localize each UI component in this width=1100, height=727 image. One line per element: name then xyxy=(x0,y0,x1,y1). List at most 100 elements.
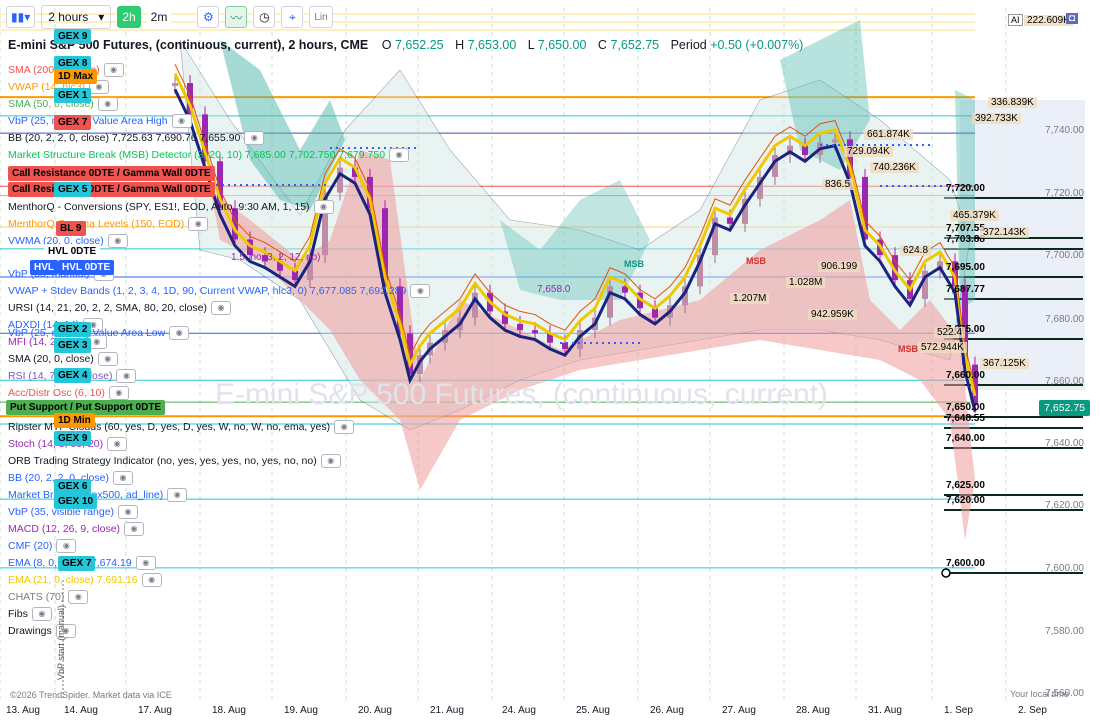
volume-node-label: 729.094K xyxy=(844,146,893,157)
msb-label: MSB xyxy=(746,256,766,266)
eye-icon[interactable]: ◉ xyxy=(313,199,334,214)
crosshair-button[interactable]: ⌖ xyxy=(281,6,304,28)
eye-icon[interactable]: ◉ xyxy=(410,283,431,298)
candle-body xyxy=(517,323,523,331)
indicator-row[interactable]: Fibs ◉ xyxy=(8,606,52,621)
eye-icon[interactable]: ◉ xyxy=(124,521,145,536)
gear-icon: ⚙ xyxy=(202,10,214,24)
indicator-row[interactable]: CMF (20) ◉ xyxy=(8,538,77,553)
indicator-row[interactable]: SMA (20, 0, close) ◉ xyxy=(8,351,118,366)
eye-icon[interactable]: ◉ xyxy=(171,113,192,128)
indicator-row[interactable]: Market Breadth (spx500, ad_line)◉ xyxy=(8,487,188,502)
interval-2h-button[interactable]: 2h xyxy=(117,6,141,28)
candle-body xyxy=(172,83,178,87)
date-label: 18. Aug xyxy=(212,705,246,716)
indicator-label: BB (20, 2, 2, 0, close) 7,725.63 7,690.7… xyxy=(8,131,241,144)
eye-icon[interactable]: ◉ xyxy=(167,487,188,502)
level-tag: Call Resistance 0DTE / Gamma Wall 0DTE xyxy=(8,166,215,181)
eye-icon[interactable]: ◉ xyxy=(31,606,52,621)
eye-icon[interactable]: ◉ xyxy=(112,470,133,485)
copyright-text: ©2026 TrendSpider. Market data via ICE xyxy=(10,690,172,700)
level-tag: BL 9 xyxy=(56,221,86,236)
vbp-start-label: VbP start (manual) xyxy=(56,605,66,680)
level-tag: GEX 7 xyxy=(54,115,92,130)
indicator-row[interactable]: MACD (12, 26, 9, close) ◉ xyxy=(8,521,145,536)
volume-node-label: 522.4 xyxy=(934,327,966,338)
indicator-row[interactable]: MenthorQ - Conversions (SPY, ES1!, EOD, … xyxy=(8,199,334,214)
key-level-label: 7,695.00 xyxy=(946,262,985,273)
volume-node-label: 740.236K xyxy=(870,162,919,173)
indicator-row[interactable]: ORB Trading Strategy Indicator (no, yes,… xyxy=(8,453,341,468)
low-value: 7,650.00 xyxy=(537,38,587,52)
indicator-row[interactable]: Market Structure Break (MSB) Detector (3… xyxy=(8,147,410,162)
indicator-label: CHATS (70) xyxy=(8,590,65,603)
volume-node-label: 392.733K xyxy=(972,113,1021,124)
camera-icon[interactable]: ◘ xyxy=(1066,13,1079,24)
level-tag: GEX 7 xyxy=(58,556,96,571)
date-label: 28. Aug xyxy=(796,705,830,716)
date-label: 20. Aug xyxy=(358,705,392,716)
eye-icon[interactable]: ◉ xyxy=(107,233,128,248)
eye-icon[interactable]: ◉ xyxy=(244,130,265,145)
key-level-label: 7,650.00 xyxy=(946,402,985,413)
key-level-label: 7,648.55 xyxy=(946,413,985,424)
local-time-label[interactable]: Your local time xyxy=(1010,689,1069,699)
chart-canvas[interactable] xyxy=(0,0,1100,727)
eye-icon[interactable]: ◉ xyxy=(169,325,190,340)
interval-2m-button[interactable]: 2m xyxy=(146,6,172,28)
level-tag: GEX 1 xyxy=(54,88,92,103)
indicator-label: Drawings xyxy=(8,624,52,637)
eye-icon[interactable]: ◉ xyxy=(97,351,118,366)
price-axis-label: 7,640.00 xyxy=(1045,438,1084,449)
candle-body xyxy=(727,217,733,224)
level-anchor-dot xyxy=(941,568,951,578)
settings-button[interactable]: ⚙ xyxy=(197,6,220,28)
eye-icon[interactable]: ◉ xyxy=(135,555,156,570)
eye-icon[interactable]: ◉ xyxy=(97,96,118,111)
eye-icon[interactable]: ◉ xyxy=(320,453,341,468)
volume-node-label: 624.8 xyxy=(900,245,932,256)
replay-button[interactable]: ◷ xyxy=(253,6,276,28)
ripster-cloud-teal xyxy=(500,180,650,300)
indicator-row[interactable]: BB (20, 2, 2, 0, close) 7,725.63 7,690.7… xyxy=(8,130,265,145)
open-value: 7,652.25 xyxy=(394,38,444,52)
eye-icon[interactable]: ◉ xyxy=(118,504,139,519)
indicator-row[interactable]: Acc/Distr Osc (6, 10) ◉ xyxy=(8,385,129,400)
indicator-row[interactable]: URSI (14, 21, 20, 2, 2, SMA, 80, 20, clo… xyxy=(8,300,232,315)
eye-icon[interactable]: ◉ xyxy=(56,538,77,553)
date-label: 14. Aug xyxy=(64,705,98,716)
indicator-row[interactable]: VbP (25, manual) Value Area High◉ xyxy=(8,113,192,128)
eye-icon[interactable]: ◉ xyxy=(68,589,89,604)
indicator-row[interactable]: VWAP + Stdev Bands (1, 2, 3, 4, 1D, 90, … xyxy=(8,283,431,298)
eye-icon[interactable]: ◉ xyxy=(211,300,232,315)
scale-mode-button[interactable]: Lin xyxy=(309,6,333,28)
indicator-row[interactable]: CHATS (70) ◉ xyxy=(8,589,89,604)
eye-icon[interactable]: ◉ xyxy=(389,147,410,162)
level-tag: GEX 9 xyxy=(54,29,92,44)
key-level-label: 7,687.77 xyxy=(946,284,985,295)
eye-icon[interactable]: ◉ xyxy=(107,436,128,451)
alert-badge[interactable]: AI xyxy=(1008,14,1023,26)
candles-icon: ▮▮▾ xyxy=(11,10,31,24)
chart-type-button[interactable]: ▮▮▾ xyxy=(6,6,36,28)
msb-label: MSB xyxy=(624,259,644,269)
date-label: 17. Aug xyxy=(138,705,172,716)
eye-icon[interactable]: ◉ xyxy=(116,368,137,383)
eye-icon[interactable]: ◉ xyxy=(141,572,162,587)
volume-node-label: 1.028M xyxy=(786,277,826,288)
eye-icon[interactable]: ◉ xyxy=(188,216,209,231)
indicator-row[interactable]: MenthorQ Gamma Levels (150, EOD) ◉ xyxy=(8,216,209,231)
level-tag: GEX 3 xyxy=(54,338,92,353)
date-label: 26. Aug xyxy=(650,705,684,716)
eye-icon[interactable]: ◉ xyxy=(108,385,129,400)
level-tag: GEX 5 xyxy=(54,182,92,197)
interval-select[interactable]: 2 hours ▾ xyxy=(41,5,112,29)
indicator-button[interactable]: 〰 xyxy=(225,6,248,28)
date-label: 25. Aug xyxy=(576,705,610,716)
eye-icon[interactable]: ◉ xyxy=(334,419,355,434)
high-value: 7,653.00 xyxy=(467,38,517,52)
date-label: 13. Aug xyxy=(6,705,40,716)
indicator-row[interactable]: EMA (21, 0, close) 7,691.16 ◉ xyxy=(8,572,162,587)
eye-icon[interactable]: ◉ xyxy=(103,62,124,77)
volume-node-label: 336.839K xyxy=(988,97,1037,108)
